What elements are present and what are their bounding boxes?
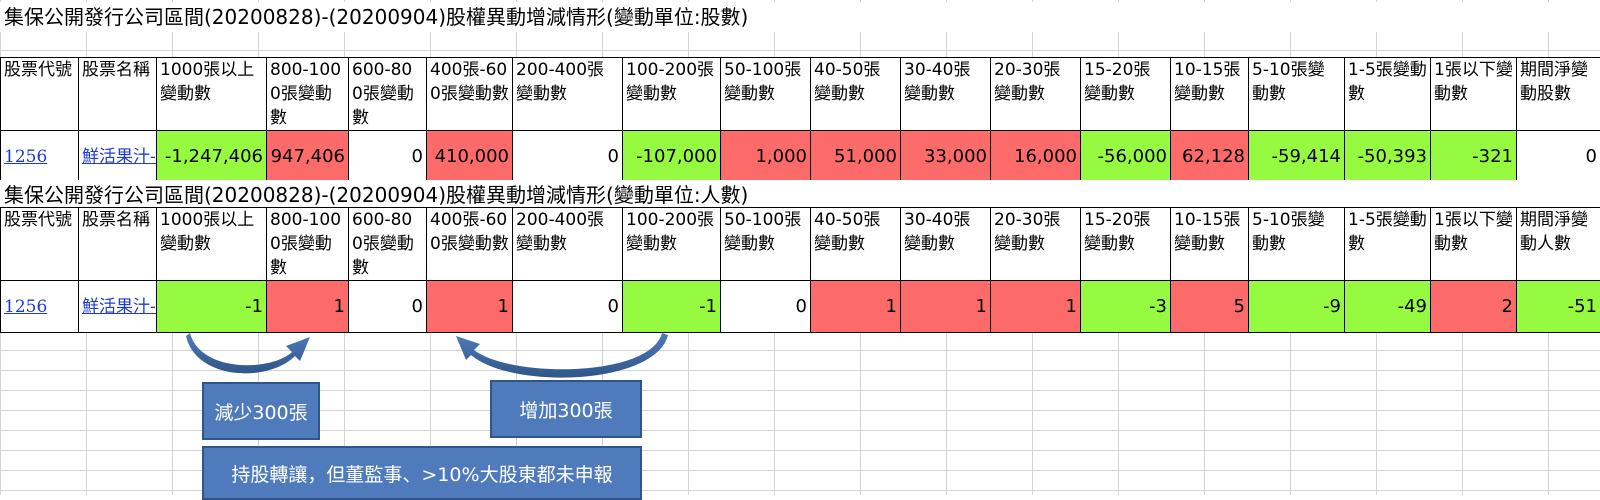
decrease-arrow-icon xyxy=(186,333,310,373)
decrease-note: 減少300張 xyxy=(202,382,320,440)
summary-note: 持股轉讓，但董監事、>10%大股東都未申報 xyxy=(202,446,642,500)
increase-arrow-icon xyxy=(456,333,668,378)
increase-note: 增加300張 xyxy=(490,380,642,438)
